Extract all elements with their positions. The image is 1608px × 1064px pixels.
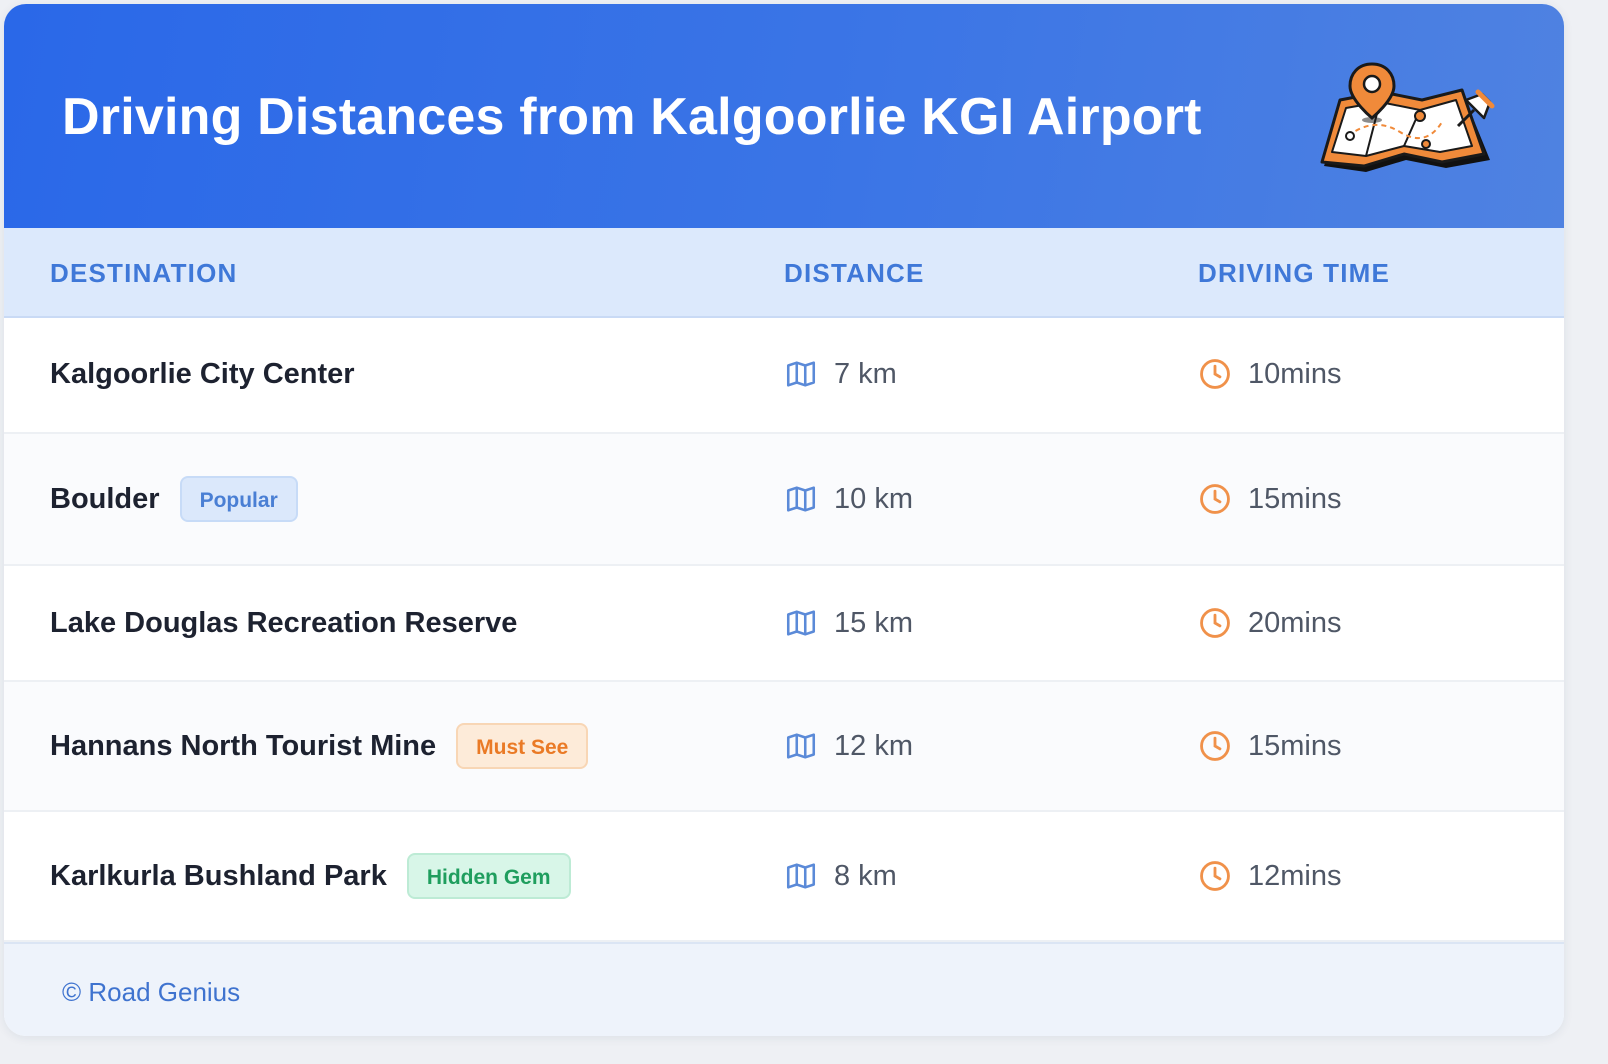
table-row: Lake Douglas Recreation Reserve 15 km 20… xyxy=(4,566,1564,682)
distance-value: 15 km xyxy=(834,607,913,639)
distance-cell: 7 km xyxy=(784,356,897,392)
clock-icon xyxy=(1200,484,1230,514)
clock-icon xyxy=(1200,861,1230,891)
copyright-credit: © Road Genius xyxy=(62,977,241,1007)
map-icon xyxy=(786,610,816,636)
table-row: Kalgoorlie City Center 7 km 10mins xyxy=(4,316,1564,434)
distance-value: 7 km xyxy=(834,358,897,390)
destination-name: Lake Douglas Recreation Reserve xyxy=(50,607,518,639)
driving-time-value: 15mins xyxy=(1248,483,1342,515)
popular-badge: Popular xyxy=(179,476,298,522)
clock-icon xyxy=(1200,359,1230,389)
table-row: Hannans North Tourist Mine Must See 12 k… xyxy=(4,682,1564,812)
column-header-destination: DESTINATION xyxy=(50,258,238,288)
clock-icon xyxy=(1200,608,1230,638)
page-title: Driving Distances from Kalgoorlie KGI Ai… xyxy=(62,88,1202,146)
table-row: Karlkurla Bushland Park Hidden Gem 8 km … xyxy=(4,812,1564,942)
distance-value: 10 km xyxy=(834,483,913,515)
table-header: DESTINATION DISTANCE DRIVING TIME xyxy=(4,228,1564,318)
map-icon xyxy=(786,733,816,759)
destination-cell: Kalgoorlie City Center xyxy=(50,356,355,392)
destination-name: Kalgoorlie City Center xyxy=(50,358,355,390)
driving-time-value: 12mins xyxy=(1248,860,1342,892)
hidden-gem-badge: Hidden Gem xyxy=(406,853,571,899)
column-header-driving-time: DRIVING TIME xyxy=(1198,258,1391,288)
distance-cell: 12 km xyxy=(784,728,913,764)
destination-name: Boulder xyxy=(50,483,160,515)
map-icon xyxy=(786,863,816,889)
destination-cell: Boulder Popular xyxy=(50,476,298,522)
driving-time-value: 10mins xyxy=(1248,358,1342,390)
destination-name: Hannans North Tourist Mine xyxy=(50,730,437,762)
driving-time-value: 20mins xyxy=(1248,607,1342,639)
card-footer: © Road Genius xyxy=(4,942,1564,1036)
driving-time-cell: 10mins xyxy=(1198,356,1342,392)
map-illustration-icon xyxy=(1320,62,1495,172)
distance-cell: 8 km xyxy=(784,858,897,894)
clock-icon xyxy=(1200,731,1230,761)
destination-cell: Hannans North Tourist Mine Must See xyxy=(50,723,589,769)
map-icon xyxy=(786,361,816,387)
destination-name: Karlkurla Bushland Park xyxy=(50,860,387,892)
distance-cell: 10 km xyxy=(784,481,913,517)
driving-time-cell: 12mins xyxy=(1198,858,1342,894)
distance-card: Driving Distances from Kalgoorlie KGI Ai… xyxy=(4,4,1564,1036)
distance-cell: 15 km xyxy=(784,605,913,641)
driving-time-value: 15mins xyxy=(1248,730,1342,762)
driving-time-cell: 15mins xyxy=(1198,481,1342,517)
distance-value: 8 km xyxy=(834,860,897,892)
destination-cell: Karlkurla Bushland Park Hidden Gem xyxy=(50,853,571,899)
map-icon xyxy=(786,486,816,512)
destination-cell: Lake Douglas Recreation Reserve xyxy=(50,605,517,641)
card-header: Driving Distances from Kalgoorlie KGI Ai… xyxy=(4,4,1564,228)
distance-value: 12 km xyxy=(834,730,913,762)
column-header-distance: DISTANCE xyxy=(784,258,925,288)
table-row: Boulder Popular 10 km 15mins xyxy=(4,434,1564,566)
must-see-badge: Must See xyxy=(456,723,589,769)
driving-time-cell: 15mins xyxy=(1198,728,1342,764)
driving-time-cell: 20mins xyxy=(1198,605,1342,641)
